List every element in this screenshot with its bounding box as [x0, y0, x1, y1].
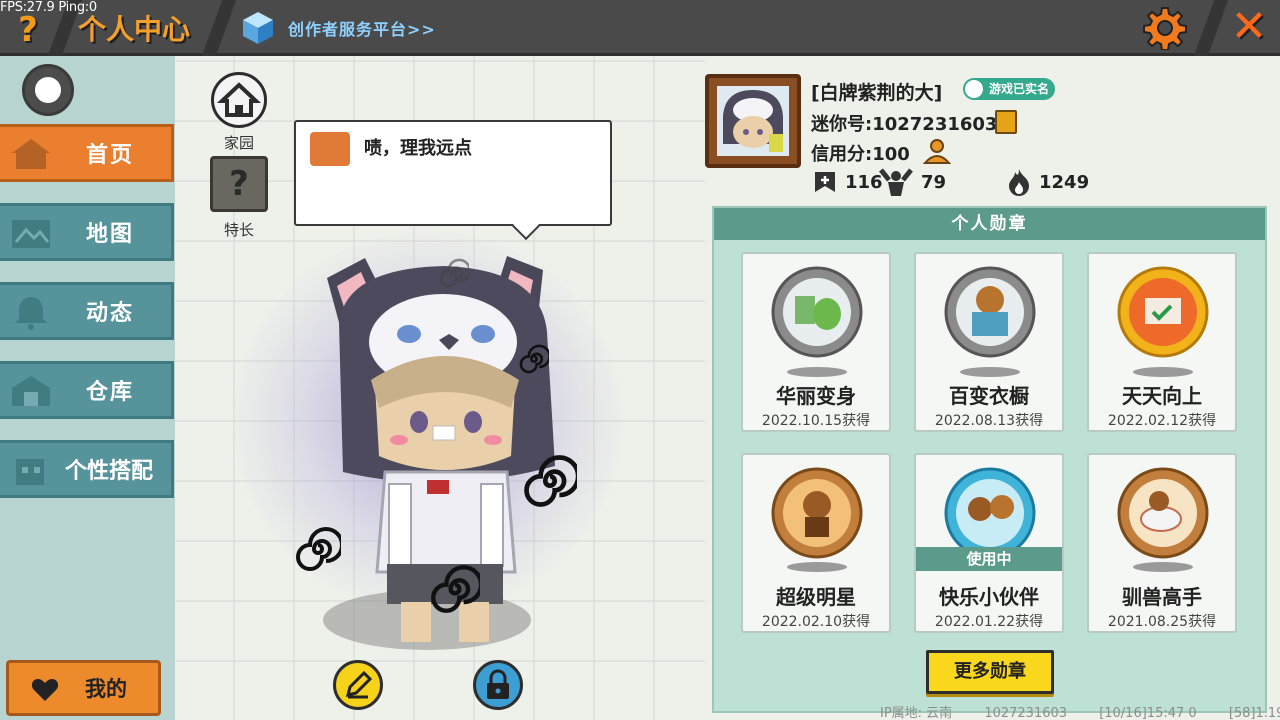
speech-bubble: 啧，理我远点	[294, 120, 612, 226]
medal-date: 2022.02.10获得	[761, 614, 871, 630]
sidebar-item-home[interactable]: 首页	[0, 124, 174, 182]
avatar-icon	[723, 90, 783, 152]
homeland-label: 家园	[223, 134, 254, 152]
gold-medal-icon	[1117, 266, 1209, 377]
swirl-icon	[519, 344, 549, 374]
sidebar-item-warehouse[interactable]: 仓库	[0, 361, 174, 419]
gear-icon[interactable]	[1143, 6, 1187, 50]
footer-uid: 1027231603	[984, 706, 1068, 720]
sidebar-item-label: 地图	[85, 222, 134, 247]
verified-badge: 游戏已实名	[963, 78, 1056, 100]
medal-name: 驯兽高手	[1122, 585, 1202, 609]
silver-medal-icon	[771, 266, 863, 377]
swirl-icon	[296, 527, 341, 571]
flag-plus-icon	[815, 172, 835, 192]
lock-icon	[487, 669, 509, 699]
copy-icon[interactable]	[995, 110, 1017, 134]
portrait-image	[717, 86, 789, 156]
profile-portrait[interactable]	[705, 74, 801, 168]
status-footer: IP属地: 云南 1027231603 [10/16]15:47 0 [58]1…	[880, 702, 1280, 720]
popularity-count: 1249	[1039, 171, 1090, 193]
sidebar-item-label: 动态	[85, 301, 134, 326]
toggle-button[interactable]	[22, 64, 74, 116]
creator-platform-link[interactable]: 创作者服务平台>>	[242, 10, 436, 46]
medal-date: 2022.02.12获得	[1107, 413, 1217, 429]
flame-icon	[1009, 169, 1029, 196]
sidebar: 首页 地图 动态 仓库 个性搭配 我的	[0, 56, 175, 720]
medal-card-active[interactable]: 使用中 快乐小伙伴 2022.01.22获得	[914, 453, 1064, 633]
sidebar-item-label: 个性搭配	[64, 459, 153, 484]
sidebar-item-map[interactable]: 地图	[0, 203, 174, 261]
mine-button[interactable]: 我的	[6, 660, 161, 716]
medal-name: 超级明星	[776, 585, 856, 609]
divider	[201, 0, 237, 56]
lock-button[interactable]	[473, 660, 523, 710]
cube-icon	[243, 12, 273, 44]
divider	[1193, 0, 1229, 56]
close-button[interactable]: ✕	[1226, 5, 1272, 51]
sidebar-item-label: 首页	[85, 143, 134, 168]
bronze-medal-icon	[771, 467, 863, 572]
in-use-badge: 使用中	[916, 547, 1062, 571]
bell-icon	[15, 297, 47, 330]
footer-timestamp: [10/16]15:47 0	[1099, 706, 1197, 720]
fps-readout: FPS:27.9 Ping:0	[0, 0, 97, 15]
silver-medal-icon	[944, 266, 1036, 377]
nickname: [白牌紫荆的大]	[811, 82, 943, 104]
sidebar-item-label: 仓库	[85, 380, 134, 405]
medal-date: 2021.08.25获得	[1107, 614, 1217, 630]
speech-avatar-icon	[310, 132, 350, 166]
heart-icon	[31, 679, 59, 701]
profile-summary: [白牌紫荆的大] 游戏已实名 迷你号:1027231603 信用分:100 11…	[705, 70, 1280, 200]
ip-location: IP属地: 云南	[880, 706, 953, 720]
medal-name: 华丽变身	[776, 384, 856, 408]
medal-card[interactable]: 超级明星 2022.02.10获得	[741, 453, 891, 633]
talent-label: 特长	[223, 221, 254, 239]
warehouse-icon	[12, 376, 50, 406]
swirl-icon	[524, 455, 577, 507]
avatar-stage: 家园 ? 特长 啧，理我远点	[175, 56, 705, 720]
home-icon	[12, 139, 50, 169]
medal-card[interactable]: 华丽变身 2022.10.15获得	[741, 252, 891, 432]
more-medals-button[interactable]: 更多勋章	[926, 650, 1054, 694]
speech-text: 啧，理我远点	[364, 138, 472, 159]
homeland-button[interactable]	[211, 72, 267, 128]
map-icon	[12, 220, 50, 248]
top-bar: ? 个人中心 创作者服务平台>> ✕	[0, 0, 1280, 56]
medal-panel-title: 个人勋章	[714, 208, 1265, 240]
sidebar-item-feed[interactable]: 动态	[0, 282, 174, 340]
swirl-icon	[431, 565, 480, 613]
medal-name: 快乐小伙伴	[939, 585, 1039, 609]
person-icon[interactable]	[923, 138, 951, 164]
medal-card[interactable]: 百变衣橱 2022.08.13获得	[914, 252, 1064, 432]
fans-count: 79	[921, 171, 947, 193]
medal-card[interactable]: 天天向上 2022.02.12获得	[1087, 252, 1237, 432]
pencil-icon	[345, 670, 373, 699]
swirl-icon	[439, 258, 469, 288]
outfit-icon	[16, 459, 44, 485]
medal-panel: 个人勋章 华丽变身 2022.10.15获得 百变衣橱 2022.08.13获得	[712, 206, 1267, 713]
friends-count: 116	[845, 171, 883, 193]
medal-name: 百变衣橱	[949, 384, 1029, 408]
creator-link-label: 创作者服务平台>>	[288, 20, 436, 39]
fans-stat: 79	[879, 168, 946, 196]
medal-date: 2022.08.13获得	[934, 413, 1044, 429]
house-icon	[216, 82, 262, 117]
medal-card[interactable]: 驯兽高手 2021.08.25获得	[1087, 453, 1237, 633]
mini-id: 迷你号:1027231603	[811, 114, 998, 135]
popularity-stat: 1249	[1007, 168, 1089, 196]
bronze-medal-icon	[1117, 467, 1209, 572]
medal-date: 2022.10.15获得	[761, 413, 871, 429]
cheer-icon	[879, 168, 913, 196]
mine-label: 我的	[85, 677, 127, 701]
footer-version: [58]1.19.5	[1228, 706, 1280, 720]
sidebar-item-outfit[interactable]: 个性搭配	[0, 440, 174, 498]
medal-date: 2022.01.22获得	[934, 614, 1044, 630]
talent-button[interactable]: ?	[210, 156, 268, 212]
edit-button[interactable]	[333, 660, 383, 710]
friends-stat: 116	[813, 168, 883, 196]
help-button[interactable]: ?	[12, 10, 44, 50]
credit-score: 信用分:100	[811, 144, 910, 165]
medal-name: 天天向上	[1122, 384, 1202, 408]
